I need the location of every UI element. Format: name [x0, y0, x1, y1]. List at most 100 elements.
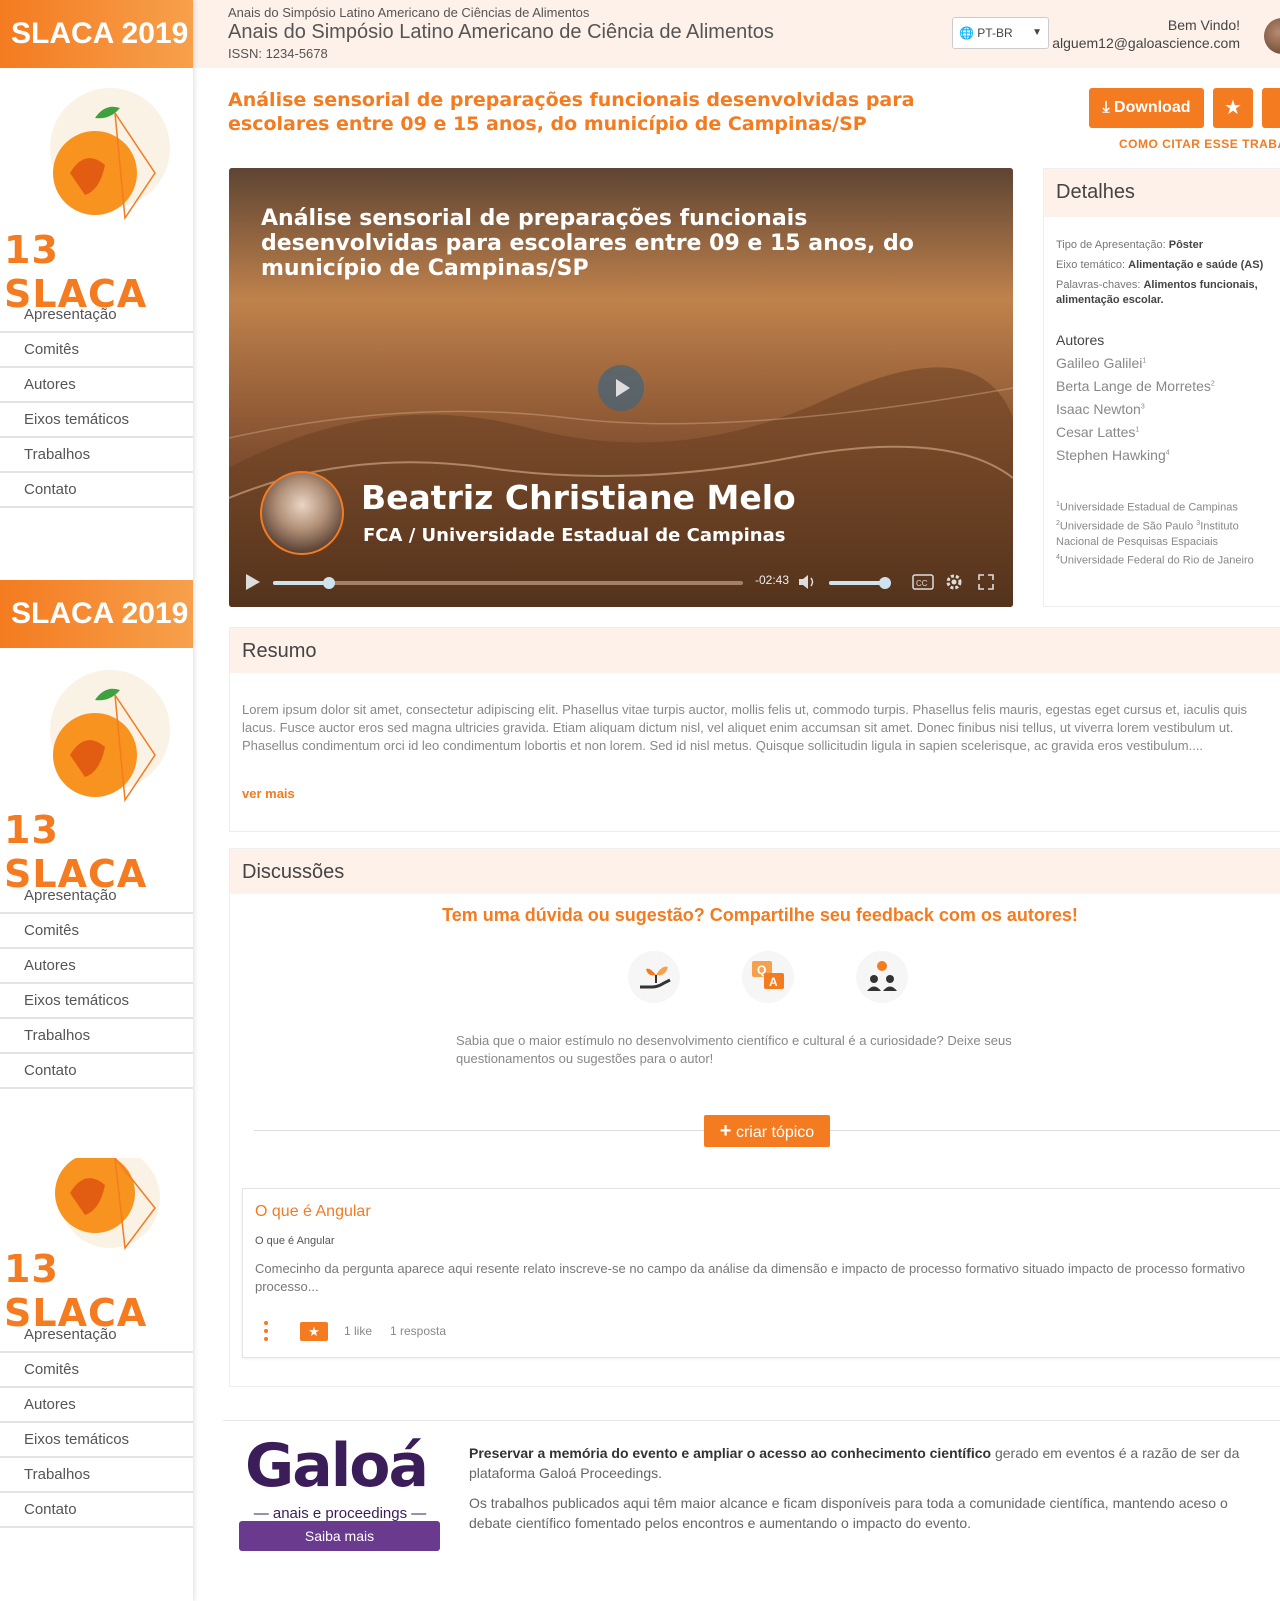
details-heading: Detalhes [1044, 169, 1280, 217]
plus-icon: + [719, 1120, 732, 1142]
volume-slider[interactable] [829, 577, 891, 589]
sidebar: SLACA 2019 13 SLACA Apresentação Comitês… [0, 0, 193, 1601]
sidebar-item-trabalhos[interactable]: Trabalhos [0, 1458, 193, 1493]
create-topic-label: criar tópico [735, 1124, 815, 1141]
settings-icon[interactable] [945, 573, 963, 591]
star-icon: ★ [1224, 97, 1242, 119]
presentation-type: Tipo de Apresentação: Pôster [1056, 239, 1203, 251]
learn-more-button[interactable]: Saiba mais [239, 1521, 440, 1551]
event-banner[interactable]: SLACA 2019 [0, 580, 193, 648]
more-vertical-icon[interactable] [263, 1320, 269, 1342]
sidebar-item-trabalhos[interactable]: Trabalhos [0, 1019, 193, 1054]
galoa-logo[interactable]: Galoá [245, 1431, 429, 1501]
volume-icon[interactable] [797, 572, 817, 592]
play-icon [616, 379, 630, 397]
discussions-section: Discussões Tem uma dúvida ou sugestão? C… [229, 848, 1280, 1387]
people-icon [856, 951, 908, 1003]
play-icon[interactable] [243, 572, 263, 592]
favorite-button[interactable]: ★ [1213, 88, 1253, 128]
video-controls: -02:43 CC [229, 560, 1013, 607]
abstract-heading: Resumo [230, 628, 1280, 673]
language-select[interactable]: 🌐 PT-BR ▼ [952, 17, 1049, 49]
progress-fill [273, 581, 330, 585]
abstract-section: Resumo Lorem ipsum dolor sit amet, conse… [229, 627, 1280, 832]
discussion-hint: Sabia que o maior estímulo no desenvolvi… [456, 1033, 1012, 1066]
speaker-photo [260, 471, 344, 555]
author-item[interactable]: Isaac Newton3 [1056, 401, 1145, 417]
welcome-text: Bem Vindo! [1167, 17, 1240, 33]
download-icon: ⤓ [1102, 99, 1110, 116]
svg-text:CC: CC [916, 579, 928, 588]
sidebar-item-autores[interactable]: Autores [0, 368, 193, 403]
video-player[interactable]: Análise sensorial de preparações funcion… [229, 168, 1013, 607]
language-value: PT-BR [977, 26, 1013, 40]
sidebar-item-comites[interactable]: Comitês [0, 1353, 193, 1388]
abstract-text: Lorem ipsum dolor sit amet, consectetur … [242, 702, 1248, 753]
sidebar-item-comites[interactable]: Comitês [0, 914, 193, 949]
sidebar-item-contato[interactable]: Contato [0, 1054, 193, 1089]
event-banner[interactable]: SLACA 2019 [0, 0, 193, 68]
sidebar-item-eixos[interactable]: Eixos temáticos [0, 403, 193, 438]
user-greeting[interactable]: Bem Vindo! alguem12@galoascience.com [1052, 16, 1240, 52]
sidebar-menu: Apresentação Comitês Autores Eixos temát… [0, 1318, 193, 1528]
author-item[interactable]: Stephen Hawking4 [1056, 447, 1170, 463]
institutions-list: 1Universidade Estadual de Campinas 2Univ… [1056, 501, 1254, 567]
sidebar-item-eixos[interactable]: Eixos temáticos [0, 1423, 193, 1458]
topic-subtitle: O que é Angular [255, 1235, 335, 1247]
sidebar-item-autores[interactable]: Autores [0, 1388, 193, 1423]
authors-heading: Autores [1056, 332, 1105, 348]
read-more-link[interactable]: ver mais [242, 786, 295, 801]
topic-title[interactable]: O que é Angular [255, 1203, 371, 1221]
details-card: Detalhes Tipo de Apresentação: Pôster Ei… [1043, 168, 1280, 607]
plant-hand-icon [628, 951, 680, 1003]
sidebar-item-apresentacao[interactable]: Apresentação [0, 298, 193, 333]
sidebar-item-trabalhos[interactable]: Trabalhos [0, 438, 193, 473]
download-button[interactable]: ⤓ Download [1089, 88, 1204, 128]
footer-paragraph: Os trabalhos publicados aqui têm maior a… [469, 1495, 1228, 1531]
chevron-down-icon: ▼ [1032, 27, 1042, 38]
play-button[interactable] [598, 365, 644, 411]
sidebar-item-eixos[interactable]: Eixos temáticos [0, 984, 193, 1019]
topic-body: Comecinho da pergunta aparece aqui resen… [255, 1261, 1245, 1294]
proceedings-subtitle: Anais do Simpósio Latino Americano de Ci… [228, 5, 590, 20]
author-item[interactable]: Galileo Galilei1 [1056, 355, 1146, 371]
feedback-cta: Tem uma dúvida ou sugestão? Compartilhe … [442, 905, 1078, 925]
like-count: 1 like [344, 1324, 373, 1338]
top-header: Anais do Simpósio Latino Americano de Ci… [193, 0, 1280, 68]
video-title: Análise sensorial de preparações funcion… [261, 206, 914, 281]
speaker-name: Beatriz Christiane Melo [361, 478, 796, 517]
like-button[interactable]: ★ [300, 1322, 328, 1341]
galoa-tagline: — anais e proceedings — [253, 1505, 427, 1522]
author-item[interactable]: Cesar Lattes1 [1056, 424, 1139, 440]
sidebar-menu: Apresentação Comitês Autores Eixos temát… [0, 298, 193, 508]
time-remaining: -02:43 [755, 573, 790, 587]
topic-card[interactable]: O que é Angular O que é Angular Comecinh… [242, 1188, 1280, 1358]
progress-bar[interactable] [273, 577, 743, 589]
sidebar-menu: Apresentação Comitês Autores Eixos temát… [0, 879, 193, 1089]
author-item[interactable]: Berta Lange de Morretes2 [1056, 378, 1215, 394]
sidebar-item-autores[interactable]: Autores [0, 949, 193, 984]
sidebar-item-comites[interactable]: Comitês [0, 333, 193, 368]
sidebar-item-apresentacao[interactable]: Apresentação [0, 1318, 193, 1353]
sidebar-item-contato[interactable]: Contato [0, 473, 193, 508]
share-button[interactable] [1262, 88, 1280, 128]
svg-text:A: A [769, 975, 778, 989]
sidebar-item-apresentacao[interactable]: Apresentação [0, 879, 193, 914]
create-topic-button[interactable]: + criar tópico [704, 1115, 830, 1147]
keywords-continued: alimentação escolar. [1056, 294, 1164, 306]
sidebar-item-contato[interactable]: Contato [0, 1493, 193, 1528]
keywords: Palavras-chaves: Alimentos funcionais, [1056, 279, 1258, 291]
issn-label: ISSN: 1234-5678 [228, 46, 328, 61]
volume-fill [829, 581, 885, 585]
progress-handle[interactable] [323, 577, 336, 589]
reply-count[interactable]: 1 resposta [390, 1324, 446, 1338]
volume-handle[interactable] [878, 577, 891, 589]
proceedings-title[interactable]: Anais do Simpósio Latino Americano de Ci… [228, 21, 774, 44]
footer: Galoá — anais e proceedings — Saiba mais… [223, 1420, 1280, 1601]
star-icon: ★ [308, 1324, 320, 1339]
captions-icon[interactable]: CC [912, 573, 934, 591]
cite-link[interactable]: COMO CITAR ESSE TRABALHO [1119, 137, 1280, 151]
page-title: Análise sensorial de preparações funcion… [228, 89, 915, 135]
user-email: alguem12@galoascience.com [1052, 35, 1240, 51]
fullscreen-icon[interactable] [977, 573, 995, 591]
